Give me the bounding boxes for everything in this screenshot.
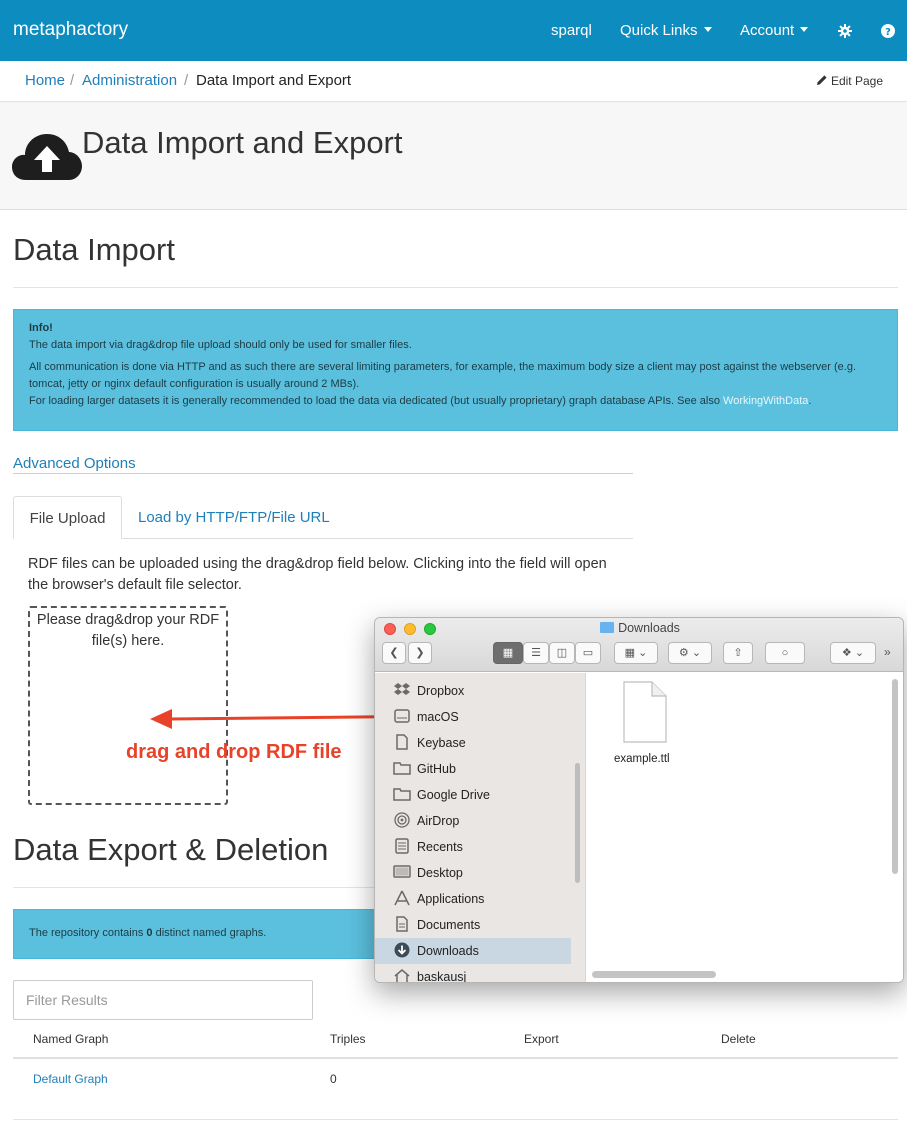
sidebar-item-label: Recents <box>417 840 463 854</box>
finder-toolbar: Downloads ❮ ❯ ▦ ☰ ◫ ▭ ▦ ⌄ ⚙ ⌄ ⇧ ○ ❖ ⌄ » <box>375 618 903 672</box>
folder-icon <box>600 622 615 633</box>
desktop-icon <box>393 865 411 878</box>
finder-window: Downloads ❮ ❯ ▦ ☰ ◫ ▭ ▦ ⌄ ⚙ ⌄ ⇧ ○ ❖ ⌄ » … <box>374 617 904 983</box>
document-icon <box>396 734 408 750</box>
applications-icon <box>394 890 410 906</box>
hard-drive-icon <box>394 709 410 723</box>
folder-icon <box>393 788 411 801</box>
sidebar-item-desktop[interactable]: Desktop <box>375 860 571 886</box>
finder-sidebar: Dropbox macOS Keybase GitHub Google Driv… <box>375 673 586 983</box>
column-view-button[interactable]: ◫ <box>549 642 575 664</box>
finder-title-label: Downloads <box>618 621 680 635</box>
sidebar-item-macos[interactable]: macOS <box>375 704 571 730</box>
file-name[interactable]: example.ttl <box>614 753 670 765</box>
sidebar-item-baskausj[interactable]: baskausj <box>375 964 571 983</box>
sidebar-item-github[interactable]: GitHub <box>375 756 571 782</box>
sidebar-item-label: Documents <box>417 918 481 932</box>
sidebar-item-label: Dropbox <box>417 684 465 698</box>
toolbar-overflow-icon[interactable]: » <box>884 645 891 659</box>
documents-icon <box>396 916 408 932</box>
sidebar-item-label: Google Drive <box>417 788 490 802</box>
sidebar-item-airdrop[interactable]: AirDrop <box>375 808 571 834</box>
back-button[interactable]: ❮ <box>382 642 406 664</box>
dropbox-icon <box>394 683 410 695</box>
group-by-button[interactable]: ▦ ⌄ <box>614 642 658 664</box>
finder-title: Downloads <box>375 621 903 635</box>
drag-drop-annotation: drag and drop RDF file <box>126 741 342 763</box>
sidebar-item-label: Downloads <box>417 944 479 958</box>
file-icon[interactable] <box>622 681 668 743</box>
sidebar-item-applications[interactable]: Applications <box>375 886 571 912</box>
file-area-vertical-scrollbar[interactable] <box>892 679 898 874</box>
sidebar-item-dropbox[interactable]: Dropbox <box>375 678 571 704</box>
sidebar-item-label: GitHub <box>417 762 456 776</box>
sidebar-item-recents[interactable]: Recents <box>375 834 571 860</box>
sidebar-item-label: Desktop <box>417 866 463 880</box>
sidebar-scrollbar[interactable] <box>575 763 580 883</box>
finder-file-area: example.ttl <box>586 673 903 982</box>
recents-icon <box>395 838 409 854</box>
sidebar-item-label: Applications <box>417 892 485 906</box>
sidebar-item-downloads[interactable]: Downloads <box>375 938 571 964</box>
sidebar-item-label: macOS <box>417 710 459 724</box>
share-button[interactable]: ⇧ <box>723 642 753 664</box>
home-icon <box>394 969 410 982</box>
action-gear-button[interactable]: ⚙ ⌄ <box>668 642 712 664</box>
sidebar-item-label: baskausj <box>417 970 467 983</box>
sidebar-item-keybase[interactable]: Keybase <box>375 730 571 756</box>
list-view-button[interactable]: ☰ <box>523 642 549 664</box>
sidebar-item-google-drive[interactable]: Google Drive <box>375 782 571 808</box>
folder-icon <box>393 762 411 775</box>
airdrop-icon <box>394 812 410 828</box>
sidebar-item-label: Keybase <box>417 736 466 750</box>
tag-button[interactable]: ○ <box>765 642 805 664</box>
icon-view-button[interactable]: ▦ <box>493 642 523 664</box>
downloads-icon <box>394 942 410 958</box>
dropbox-menu-button[interactable]: ❖ ⌄ <box>830 642 876 664</box>
gallery-view-button[interactable]: ▭ <box>575 642 601 664</box>
forward-button[interactable]: ❯ <box>408 642 432 664</box>
sidebar-item-label: AirDrop <box>417 814 460 828</box>
file-area-horizontal-scrollbar[interactable] <box>592 971 716 978</box>
sidebar-item-documents[interactable]: Documents <box>375 912 571 938</box>
